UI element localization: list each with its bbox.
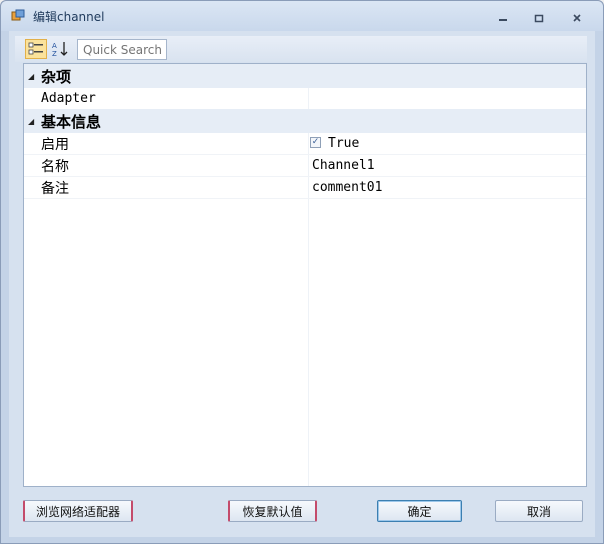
property-value[interactable]: Channel1 <box>312 158 375 173</box>
restore-icon <box>534 14 544 23</box>
browse-adapter-button[interactable]: 浏览网络适配器 <box>23 500 133 522</box>
sort-alphabetical-icon: A Z <box>52 42 68 57</box>
close-button[interactable] <box>566 10 588 26</box>
svg-text:Z: Z <box>52 50 57 57</box>
restore-default-button[interactable]: 恢复默认值 <box>228 500 317 522</box>
minimize-icon <box>499 19 507 21</box>
title-bar[interactable]: 编辑channel <box>1 1 603 31</box>
close-icon <box>573 14 581 22</box>
categorized-view-button[interactable] <box>25 39 47 59</box>
quick-search-input[interactable] <box>77 39 167 60</box>
collapse-triangle-icon[interactable]: ◢ <box>28 72 34 81</box>
category-row-basic-info[interactable]: ◢ 基本信息 <box>24 109 586 133</box>
cancel-button[interactable]: 取消 <box>495 500 583 522</box>
categorized-view-icon <box>28 42 43 55</box>
enabled-checkbox[interactable]: ✓ <box>310 137 321 148</box>
property-row-name[interactable]: 名称 Channel1 <box>24 155 586 177</box>
window-title: 编辑channel <box>33 10 105 24</box>
category-row-misc[interactable]: ◢ 杂项 <box>24 64 586 88</box>
category-label: 基本信息 <box>41 113 102 131</box>
restore-button[interactable] <box>528 10 550 26</box>
app-window-icon <box>11 9 25 21</box>
minimize-button[interactable] <box>492 10 514 26</box>
property-row-enabled[interactable]: 启用 ✓ True <box>24 133 586 155</box>
property-name: 启用 <box>41 137 69 153</box>
property-value[interactable]: comment01 <box>312 180 382 195</box>
property-row-adapter[interactable]: Adapter <box>24 88 586 110</box>
dialog-window: 编辑channel A Z ◢ 杂项 <box>0 0 604 544</box>
property-row-comment[interactable]: 备注 comment01 <box>24 177 586 199</box>
collapse-triangle-icon[interactable]: ◢ <box>28 117 34 126</box>
property-name: Adapter <box>41 91 96 106</box>
ok-button[interactable]: 确定 <box>377 500 462 522</box>
property-grid: ◢ 杂项 Adapter ◢ 基本信息 启用 ✓ True 名称 Channel… <box>23 63 587 487</box>
svg-text:A: A <box>52 42 57 50</box>
property-name: 名称 <box>41 159 69 175</box>
category-label: 杂项 <box>41 68 72 86</box>
property-name: 备注 <box>41 181 69 197</box>
property-value: True <box>328 136 360 151</box>
alphabetical-sort-button[interactable]: A Z <box>49 39 71 59</box>
